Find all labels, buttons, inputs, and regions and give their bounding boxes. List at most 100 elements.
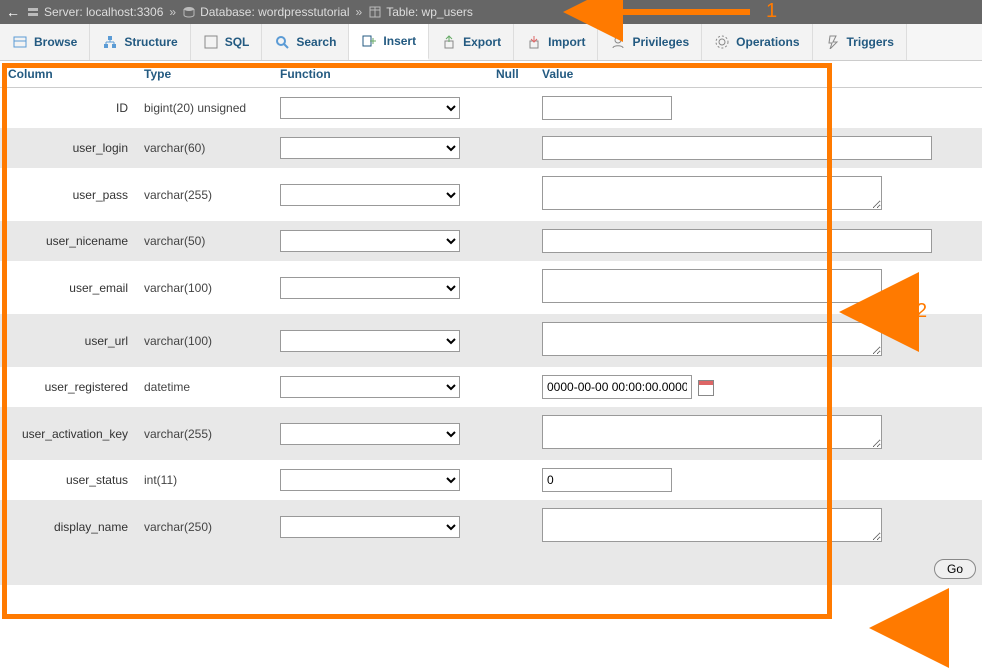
calendar-icon[interactable]: [698, 380, 714, 396]
value-input[interactable]: [542, 508, 882, 542]
breadcrumb-table[interactable]: Table: wp_users: [368, 5, 473, 19]
value-input[interactable]: [542, 375, 692, 399]
table-row: user_nicenamevarchar(50): [0, 221, 982, 261]
breadcrumb-database[interactable]: Database: wordpresstutorial: [182, 5, 349, 19]
tab-export[interactable]: Export: [429, 24, 514, 60]
function-select[interactable]: [280, 516, 460, 538]
tab-label: Operations: [736, 35, 799, 49]
sql-icon: [203, 34, 219, 50]
null-cell: [488, 367, 534, 407]
tab-label: Structure: [124, 35, 177, 49]
column-type: varchar(50): [136, 221, 272, 261]
privileges-icon: [610, 34, 626, 50]
column-name: user_login: [0, 128, 136, 168]
breadcrumb: ← Server: localhost:3306 » Database: wor…: [0, 0, 982, 24]
column-name: user_activation_key: [0, 407, 136, 460]
function-select[interactable]: [280, 423, 460, 445]
function-select[interactable]: [280, 137, 460, 159]
function-select[interactable]: [280, 184, 460, 206]
column-type: varchar(255): [136, 407, 272, 460]
column-type: varchar(60): [136, 128, 272, 168]
tab-search[interactable]: Search: [262, 24, 349, 60]
value-input[interactable]: [542, 415, 882, 449]
tab-operations[interactable]: Operations: [702, 24, 812, 60]
tab-structure[interactable]: Structure: [90, 24, 190, 60]
table-row: user_urlvarchar(100): [0, 314, 982, 367]
browse-icon: [12, 34, 28, 50]
table-row: user_activation_keyvarchar(255): [0, 407, 982, 460]
triggers-icon: [825, 34, 841, 50]
column-name: user_nicename: [0, 221, 136, 261]
function-select[interactable]: [280, 97, 460, 119]
header-function: Function: [272, 61, 488, 88]
breadcrumb-separator: »: [356, 5, 363, 19]
table-icon: [368, 5, 382, 19]
function-select[interactable]: [280, 376, 460, 398]
value-input[interactable]: [542, 322, 882, 356]
breadcrumb-table-link[interactable]: Table: wp_users: [386, 5, 473, 19]
table-row: user_passvarchar(255): [0, 168, 982, 221]
tab-label: Export: [463, 35, 501, 49]
null-cell: [488, 460, 534, 500]
tab-label: SQL: [225, 35, 250, 49]
table-row: display_namevarchar(250): [0, 500, 982, 553]
back-icon[interactable]: ←: [6, 4, 20, 20]
annotation-num-3: 3: [936, 616, 947, 639]
header-type: Type: [136, 61, 272, 88]
breadcrumb-server-link[interactable]: Server: localhost:3306: [44, 5, 163, 19]
annotation-arrow-3: 3: [870, 616, 947, 639]
insert-icon: [361, 33, 377, 49]
header-null: Null: [488, 61, 534, 88]
search-icon: [274, 34, 290, 50]
null-cell: [488, 88, 534, 129]
column-name: user_url: [0, 314, 136, 367]
header-value: Value: [534, 61, 982, 88]
tabs-bar: Browse Structure SQL Search Insert Expor…: [0, 24, 982, 61]
function-select[interactable]: [280, 230, 460, 252]
value-input[interactable]: [542, 468, 672, 492]
null-cell: [488, 500, 534, 553]
null-cell: [488, 261, 534, 314]
tab-label: Search: [296, 35, 336, 49]
tab-label: Privileges: [632, 35, 689, 49]
value-input[interactable]: [542, 269, 882, 303]
server-icon: [26, 5, 40, 19]
table-row: user_emailvarchar(100): [0, 261, 982, 314]
function-select[interactable]: [280, 330, 460, 352]
tab-browse[interactable]: Browse: [0, 24, 90, 60]
table-row: user_registereddatetime: [0, 367, 982, 407]
value-input[interactable]: [542, 136, 932, 160]
breadcrumb-database-link[interactable]: Database: wordpresstutorial: [200, 5, 349, 19]
column-type: varchar(250): [136, 500, 272, 553]
structure-icon: [102, 34, 118, 50]
go-button[interactable]: Go: [934, 559, 976, 579]
null-cell: [488, 221, 534, 261]
tab-import[interactable]: Import: [514, 24, 598, 60]
tab-triggers[interactable]: Triggers: [813, 24, 907, 60]
column-name: ID: [0, 88, 136, 129]
import-icon: [526, 34, 542, 50]
tab-insert[interactable]: Insert: [349, 24, 429, 60]
column-type: varchar(100): [136, 261, 272, 314]
tab-label: Import: [548, 35, 585, 49]
function-select[interactable]: [280, 469, 460, 491]
tab-label: Browse: [34, 35, 77, 49]
column-type: int(11): [136, 460, 272, 500]
value-input[interactable]: [542, 176, 882, 210]
breadcrumb-server[interactable]: Server: localhost:3306: [26, 5, 163, 19]
header-column: Column: [0, 61, 136, 88]
table-row: IDbigint(20) unsigned: [0, 88, 982, 129]
function-select[interactable]: [280, 277, 460, 299]
tab-privileges[interactable]: Privileges: [598, 24, 702, 60]
export-icon: [441, 34, 457, 50]
table-row: user_loginvarchar(60): [0, 128, 982, 168]
value-input[interactable]: [542, 96, 672, 120]
column-name: user_email: [0, 261, 136, 314]
value-input[interactable]: [542, 229, 932, 253]
column-name: display_name: [0, 500, 136, 553]
tab-sql[interactable]: SQL: [191, 24, 263, 60]
column-name: user_status: [0, 460, 136, 500]
null-cell: [488, 168, 534, 221]
insert-table: Column Type Function Null Value IDbigint…: [0, 61, 982, 553]
null-cell: [488, 128, 534, 168]
